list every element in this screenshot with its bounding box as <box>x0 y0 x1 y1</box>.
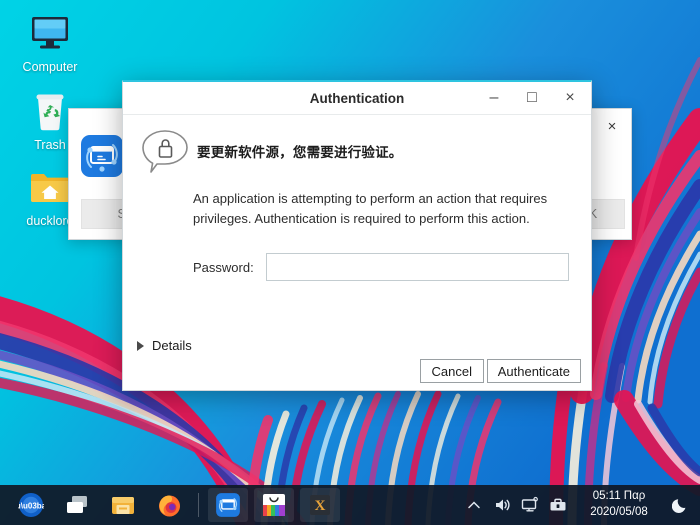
start-menu-icon[interactable]: u\u03ba <box>11 488 51 522</box>
password-label: Password: <box>193 259 254 275</box>
dialog-header-row: 要更新软件源，您需要进行验证。 <box>123 115 591 175</box>
volume-icon[interactable] <box>488 488 516 522</box>
trash-bin-icon <box>27 88 73 134</box>
details-label: Details <box>152 338 192 353</box>
desktop-icon-computer[interactable]: Computer <box>0 10 100 74</box>
toolbox-icon[interactable] <box>544 488 572 522</box>
lock-bubble-icon <box>137 127 193 175</box>
authenticate-button[interactable]: Authenticate <box>486 359 581 383</box>
desktop-icon-label: ducklord <box>26 214 74 228</box>
taskbar-separator <box>198 493 199 517</box>
authentication-dialog[interactable]: Authentication – □ × 要更新软件源，您需要进行验证。 An … <box>122 80 592 391</box>
svg-text:X: X <box>315 498 326 514</box>
background-window-close-icon[interactable]: × <box>601 115 623 137</box>
svg-text:u\u03ba: u\u03ba <box>18 501 44 510</box>
firefox-icon[interactable] <box>149 488 189 522</box>
settings-sync-icon <box>79 133 125 179</box>
app-store-icon[interactable] <box>254 488 294 522</box>
dialog-description: An application is attempting to perform … <box>193 191 548 227</box>
close-icon[interactable]: × <box>551 82 589 114</box>
taskbar-launchers: u\u03ba X <box>0 488 343 522</box>
password-row: Password: <box>193 253 569 282</box>
taskbar[interactable]: u\u03ba X 05:11 Παρ 2020/05/08 <box>0 485 700 525</box>
chevron-right-icon <box>137 340 144 351</box>
file-manager-icon[interactable] <box>57 488 97 522</box>
crescent-moon-icon[interactable] <box>666 488 696 522</box>
dialog-heading: 要更新软件源，您需要进行验证。 <box>197 145 403 160</box>
cancel-button[interactable]: Cancel <box>419 359 484 383</box>
details-expander[interactable]: Details <box>137 338 192 353</box>
window-controls: – □ × <box>475 82 589 114</box>
archive-icon[interactable] <box>103 488 143 522</box>
dialog-button-row: Cancel Authenticate <box>419 359 581 383</box>
clock-time: 05:11 Παρ <box>592 490 646 503</box>
settings-sync-icon[interactable] <box>208 488 248 522</box>
display-network-icon[interactable] <box>516 488 544 522</box>
dialog-title: Authentication <box>309 90 405 106</box>
desktop-icon-label: Trash <box>34 138 66 152</box>
desktop-icon-label: Computer <box>22 60 78 74</box>
system-tray: 05:11 Παρ 2020/05/08 <box>460 488 700 522</box>
chevron-up-icon[interactable] <box>460 488 488 522</box>
xterm-icon[interactable]: X <box>300 488 340 522</box>
taskbar-clock[interactable]: 05:11 Παρ 2020/05/08 <box>572 489 666 520</box>
password-input[interactable] <box>265 253 569 282</box>
home-folder-icon <box>27 164 73 210</box>
minimize-icon[interactable]: – <box>475 82 513 114</box>
dialog-titlebar[interactable]: Authentication – □ × <box>123 82 591 115</box>
maximize-icon[interactable]: □ <box>513 82 551 114</box>
clock-date: 2020/05/08 <box>590 506 648 518</box>
dialog-body: 要更新软件源，您需要进行验证。 An application is attemp… <box>123 115 591 391</box>
computer-monitor-icon <box>27 10 73 56</box>
